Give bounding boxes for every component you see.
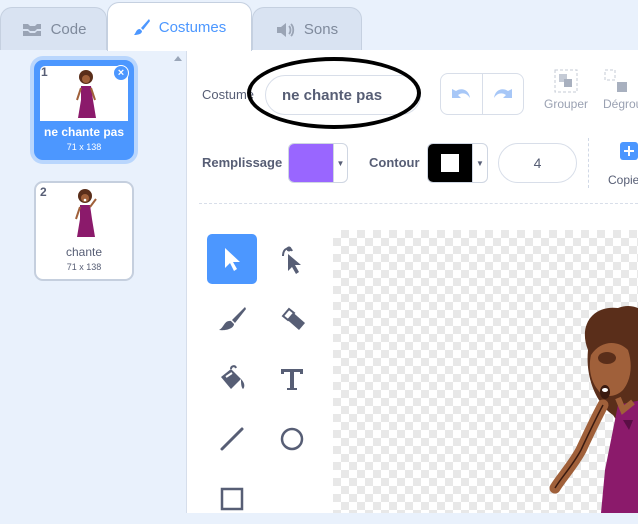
redo-button[interactable] xyxy=(483,74,524,114)
line-tool[interactable] xyxy=(207,414,257,464)
costume-name-label: Costume xyxy=(202,87,255,102)
copy-label: Copie xyxy=(608,173,638,187)
singer-costume-image xyxy=(549,306,638,513)
reshape-icon xyxy=(282,246,301,274)
group-icon xyxy=(554,69,578,93)
undo-button[interactable] xyxy=(441,74,483,114)
brush-icon xyxy=(133,18,151,36)
costume-list: 1 × ne chante pas 71 x 138 2 chante 71 x… xyxy=(0,50,171,513)
costume-name: chante xyxy=(65,245,103,259)
tab-costumes-label: Costumes xyxy=(158,18,227,36)
outline-label: Contour xyxy=(369,155,420,170)
group-button[interactable]: Grouper xyxy=(542,68,590,111)
chevron-down-icon: ▼ xyxy=(333,144,347,182)
ungroup-button[interactable]: Dégrou xyxy=(603,68,638,111)
copy-button[interactable]: Copie xyxy=(608,138,638,194)
costume-item-2[interactable]: 2 chante 71 x 138 xyxy=(34,181,134,281)
tab-sounds-label: Sons xyxy=(303,21,339,38)
costume-number: 2 xyxy=(40,185,47,199)
sidebar-scrollbar[interactable] xyxy=(170,50,187,513)
ungroup-icon xyxy=(604,69,627,92)
tab-code-label: Code xyxy=(50,21,87,38)
costume-name-input[interactable]: ne chante pas xyxy=(265,75,421,115)
outline-width-input[interactable]: 4 xyxy=(498,143,577,183)
arrow-cursor-icon xyxy=(225,248,240,271)
tab-costumes[interactable]: Costumes xyxy=(107,2,252,51)
fill-label: Remplissage xyxy=(202,155,283,170)
costume-size: 71 x 138 xyxy=(66,142,102,152)
line-icon xyxy=(220,427,244,451)
undo-redo-group xyxy=(440,73,524,115)
tab-bar: Code Costumes Sons xyxy=(0,0,638,51)
ungroup-label: Dégrou xyxy=(603,97,638,111)
tab-sounds[interactable]: Sons xyxy=(252,7,362,51)
tab-code[interactable]: Code xyxy=(0,7,107,51)
fill-color-picker[interactable]: ▼ xyxy=(288,143,348,183)
outline-color-swatch xyxy=(428,144,472,182)
costume-item-1[interactable]: 1 × ne chante pas 71 x 138 xyxy=(34,60,134,160)
speaker-icon xyxy=(276,22,296,38)
eraser-icon xyxy=(281,307,305,330)
costume-thumbnail xyxy=(38,185,130,240)
toolbar-separator xyxy=(199,203,638,204)
brush-tool[interactable] xyxy=(207,294,257,344)
fill-color-swatch xyxy=(289,144,333,182)
circle-icon xyxy=(280,427,304,451)
scroll-up-icon[interactable] xyxy=(174,56,182,61)
circle-tool[interactable] xyxy=(267,414,317,464)
code-icon xyxy=(21,22,43,38)
delete-costume-button[interactable]: × xyxy=(113,65,129,81)
copy-icon xyxy=(620,142,638,160)
toolbar-divider xyxy=(588,138,590,188)
paint-bucket-icon xyxy=(221,365,245,389)
chevron-down-icon: ▼ xyxy=(472,144,487,182)
fill-tool[interactable] xyxy=(207,354,257,404)
drawing-canvas[interactable] xyxy=(333,230,638,513)
paint-editor: Costume ne chante pas Grouper Dégrou Rem… xyxy=(187,50,638,513)
undo-icon xyxy=(452,89,471,98)
costume-size: 71 x 138 xyxy=(66,262,102,272)
costume-number: 1 xyxy=(41,65,48,79)
group-label: Grouper xyxy=(543,97,589,111)
reshape-tool[interactable] xyxy=(267,234,317,284)
eraser-tool[interactable] xyxy=(267,294,317,344)
brush-icon xyxy=(219,307,246,331)
select-tool[interactable] xyxy=(207,234,257,284)
singer-thumbnail-icon xyxy=(75,189,97,237)
rectangle-tool[interactable] xyxy=(207,474,257,524)
costume-name: ne chante pas xyxy=(43,125,125,139)
text-tool[interactable] xyxy=(267,354,317,404)
redo-icon xyxy=(493,89,512,98)
outline-color-picker[interactable]: ▼ xyxy=(427,143,488,183)
text-icon xyxy=(281,369,303,390)
rectangle-icon xyxy=(220,487,244,511)
